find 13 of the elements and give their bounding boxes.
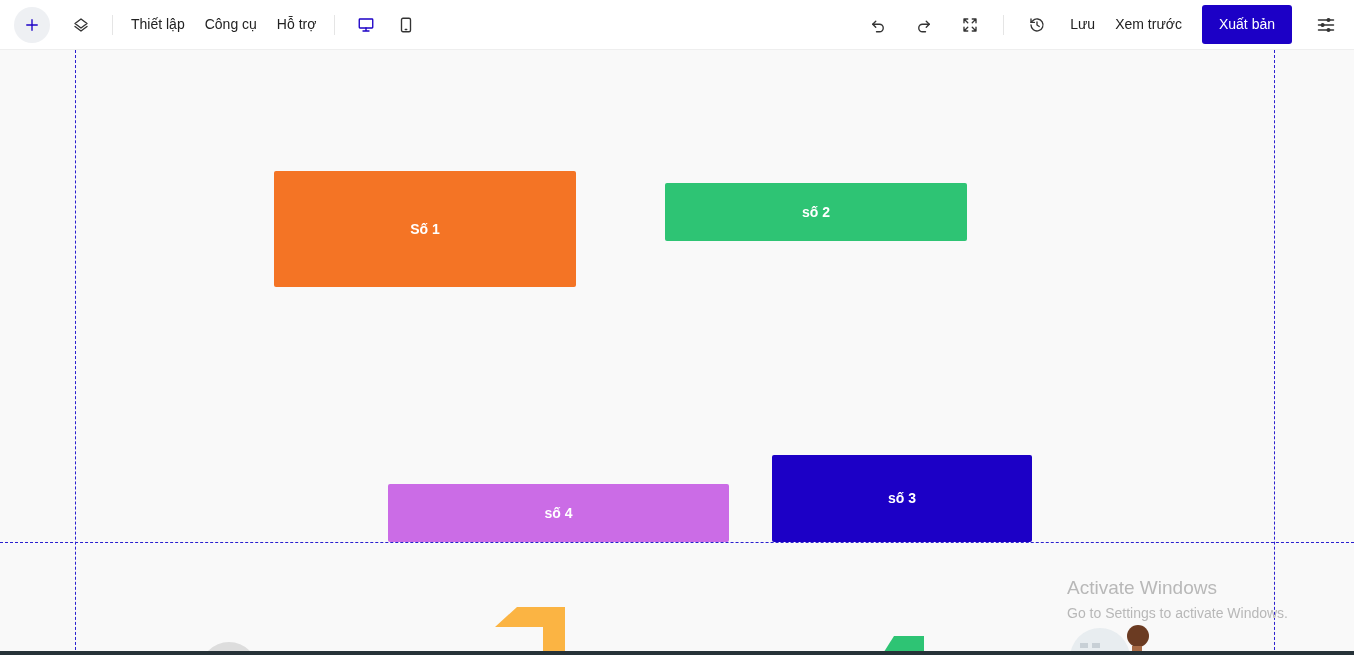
toolbar-link[interactable]: Lưu (1070, 14, 1096, 35)
add-button[interactable] (14, 6, 50, 43)
menu-item[interactable]: Thiết lập (131, 14, 185, 35)
content-block[interactable]: số 3 (772, 455, 1032, 542)
watermark-title: Activate Windows (1067, 576, 1218, 600)
menu-item[interactable]: Hỗ trợ (276, 14, 317, 35)
expand-icon (961, 15, 980, 34)
monitor-icon (357, 15, 376, 34)
watermark-text: Go to Settings to activate Windows. (1067, 603, 1288, 623)
history-icon (1028, 15, 1047, 34)
toolbar-link[interactable]: Xem trước (1115, 14, 1182, 35)
menu-item[interactable]: Công cụ (204, 14, 257, 35)
publish-button[interactable]: Xuất bản (1201, 5, 1292, 44)
